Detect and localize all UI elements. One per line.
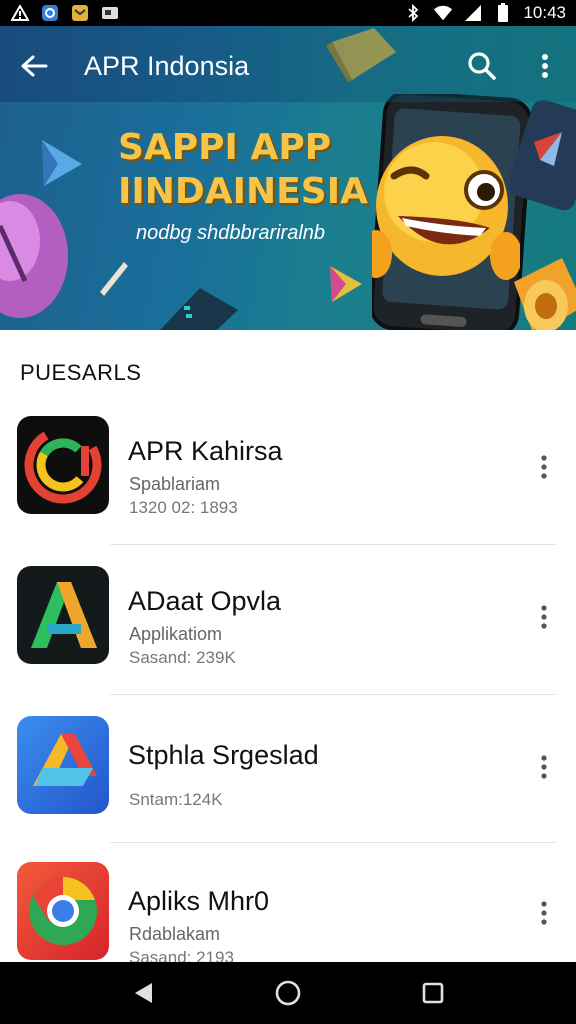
row-more-button[interactable]: [530, 898, 558, 928]
app-bar: APR Indonsia: [0, 26, 576, 102]
status-bar-left: [10, 4, 120, 22]
nav-back-icon: [134, 983, 152, 1003]
status-bar-right: 10:43: [403, 3, 566, 23]
back-button[interactable]: [16, 48, 52, 84]
banner-shape-color-triangle: [326, 262, 366, 311]
app-meta: Sntam:124K: [129, 790, 223, 809]
page-title: APR Indonsia: [84, 51, 250, 81]
list-item[interactable]: Stphla Srgeslad Sntam:124K: [0, 716, 576, 866]
back-arrow-icon: [21, 55, 48, 77]
banner-shape-pencil: [96, 256, 130, 301]
more-vert-icon: [541, 901, 547, 925]
banner-shape-pink-mouse: [0, 186, 80, 330]
more-vert-icon: [542, 54, 548, 78]
nav-home-button[interactable]: [264, 969, 312, 1017]
row-more-button[interactable]: [530, 602, 558, 632]
banner-shape-dark-phone: [150, 280, 240, 330]
banner-shape-blue-triangle: [38, 138, 84, 193]
nav-home-icon: [275, 980, 301, 1006]
system-nav-bar: [0, 962, 576, 1024]
nav-recents-icon: [423, 982, 444, 1004]
app-category: Applikatiom: [129, 624, 223, 644]
banner-headline: SAPPI APP IINDAINESIA: [118, 126, 388, 214]
more-options-button[interactable]: [530, 48, 560, 84]
nav-back-button[interactable]: [119, 969, 167, 1017]
app-icon-arrow: [17, 716, 109, 814]
status-bar: 10:43: [0, 0, 576, 26]
app-meta: 1320 02: 1893: [129, 498, 238, 517]
banner-headline-line2: IINDAINESIA: [118, 171, 368, 212]
search-button[interactable]: [464, 48, 500, 84]
signal-icon: [463, 4, 483, 22]
wifi-icon: [433, 4, 453, 22]
banner-shape-orange-cylinder: [500, 252, 576, 330]
header-banner: APR Indonsia SAPPI APP IINDAINESIA nodbg…: [0, 26, 576, 330]
banner-shape-tablet: [507, 96, 576, 221]
row-more-button[interactable]: [530, 752, 558, 782]
banner-emoji-wink: [360, 130, 522, 291]
app-category: Rdablakam: [129, 924, 221, 944]
banner-headline-line1: SAPPI APP: [118, 127, 332, 168]
section-title: PUESARLS: [20, 360, 142, 385]
app-icon-a: [17, 566, 109, 664]
search-icon: [468, 52, 496, 80]
app-name: Stphla Srgeslad: [128, 740, 319, 770]
more-vert-icon: [541, 755, 547, 779]
more-vert-icon: [541, 605, 547, 629]
more-vert-icon: [541, 455, 547, 479]
app-meta: Sasand: 239K: [129, 648, 236, 667]
notification-icon: [40, 4, 60, 22]
app-name: APR Kahirsa: [128, 436, 283, 466]
battery-icon: [493, 3, 513, 22]
app-icon-c: [17, 416, 109, 514]
app-category: Spablariam: [129, 474, 221, 494]
app-name: Apliks Mhr0: [128, 886, 270, 916]
row-more-button[interactable]: [530, 452, 558, 482]
image-icon: [100, 4, 120, 22]
warning-icon: [10, 4, 30, 22]
divider: [110, 694, 556, 695]
mail-icon: [70, 4, 90, 22]
status-time: 10:43: [523, 3, 566, 22]
app-name: ADaat Opvla: [128, 586, 282, 616]
nav-recents-button[interactable]: [409, 969, 457, 1017]
divider: [110, 842, 556, 843]
divider: [110, 544, 556, 545]
bluetooth-icon: [403, 4, 423, 22]
banner-subtitle: nodbg shdbbrariralnb: [136, 222, 326, 244]
app-icon-chrome: [17, 862, 109, 960]
